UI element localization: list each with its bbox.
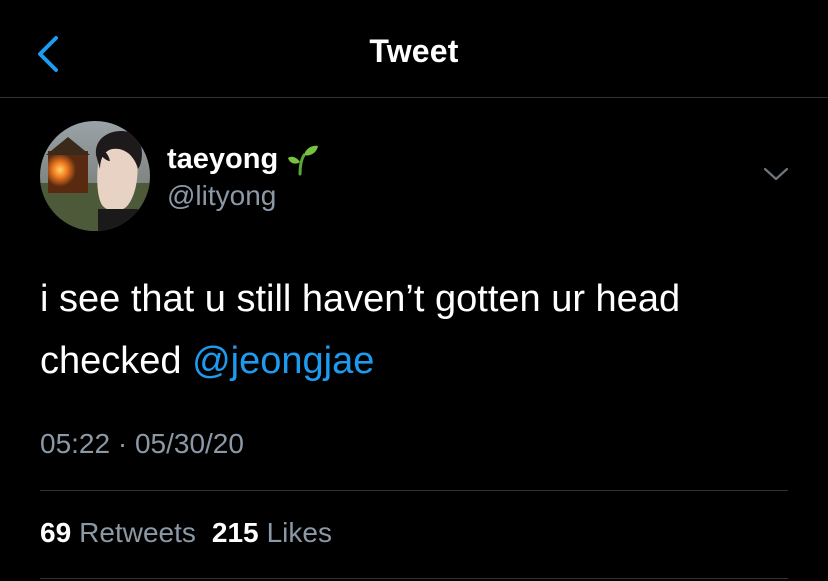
author-handle[interactable]: @lityong [167,180,276,212]
avatar-image [40,121,150,231]
likes-count: 215 [211,517,259,548]
page-title: Tweet [369,33,459,69]
likes-label: Likes [266,517,332,548]
retweets-stat[interactable]: 69 Retweets [40,517,196,549]
sprout-icon [288,145,319,176]
chevron-down-icon [763,167,789,181]
retweets-count: 69 [40,517,72,548]
engagement-stats: 69 Retweets 215 Likes [40,517,348,549]
tweet-timestamp[interactable]: 05:22 · 05/30/20 [40,428,244,460]
tweet-text-line: i see that u still haven’t gotten ur hea… [40,278,681,320]
likes-stat[interactable]: 215 Likes [212,517,332,549]
more-options-button[interactable] [762,164,790,184]
author-name-row[interactable]: taeyong [167,139,320,179]
author-display-name: taeyong [167,142,279,175]
tweet-text-line: checked @jeongjae [40,330,800,392]
tweet-text: i see that u still haven’t gotten ur hea… [40,268,800,392]
avatar[interactable] [40,121,150,231]
mention-link[interactable]: @jeongjae [192,340,374,382]
divider [40,578,788,579]
tweet-text-fragment: checked [40,340,193,382]
top-bar: Tweet [0,0,828,98]
divider [40,490,788,491]
retweets-label: Retweets [79,517,196,548]
